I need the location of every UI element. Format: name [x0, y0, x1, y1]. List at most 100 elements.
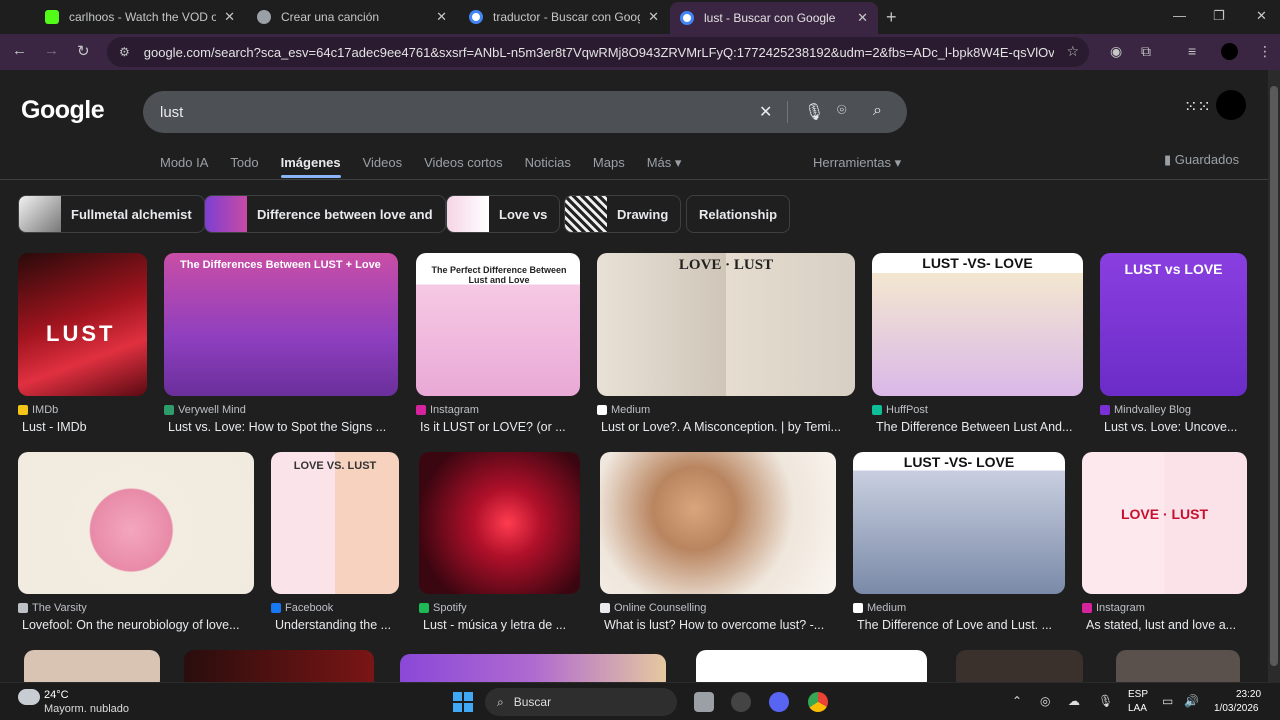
- related-chip-relationship[interactable]: Relationship: [686, 195, 791, 233]
- volume-icon[interactable]: 🔊: [1184, 694, 1199, 708]
- language-indicator[interactable]: ESP: [1128, 689, 1148, 700]
- close-tab-icon[interactable]: ✕: [436, 9, 447, 25]
- result-title[interactable]: Lust - música y letra de ...: [419, 618, 580, 632]
- result-title[interactable]: Lovefool: On the neurobiology of love...: [18, 618, 254, 632]
- browser-tab-kick[interactable]: carlhoos - Watch the VOD on K ✕: [35, 4, 245, 30]
- windows-start-icon[interactable]: [453, 692, 473, 712]
- result-title[interactable]: Is it LUST or LOVE? (or ...: [416, 420, 580, 434]
- clear-icon[interactable]: ✕: [759, 102, 772, 122]
- tab-todo[interactable]: Todo: [230, 155, 258, 171]
- wifi-icon[interactable]: ▭: [1162, 694, 1173, 708]
- weather-temp[interactable]: 24°C: [44, 689, 69, 701]
- result-thumbnail[interactable]: [956, 650, 1083, 682]
- image-result[interactable]: Spotify Lust - música y letra de ...: [419, 452, 580, 632]
- result-title[interactable]: Lust vs. Love: How to Spot the Signs ...: [164, 420, 398, 434]
- search-box[interactable]: lust ✕ 🎙 ⌾ ⌕: [143, 91, 907, 133]
- browser-tab-song[interactable]: Crear una canción ✕: [247, 4, 457, 30]
- close-tab-icon[interactable]: ✕: [857, 10, 868, 26]
- tab-mas[interactable]: Más ▾: [647, 155, 682, 171]
- result-thumbnail[interactable]: [600, 452, 836, 594]
- profile-avatar[interactable]: [1221, 43, 1238, 60]
- result-title[interactable]: The Difference Between Lust And...: [872, 420, 1083, 434]
- site-info-icon[interactable]: ⚙: [119, 45, 130, 59]
- result-thumbnail[interactable]: LOVE · LUST: [597, 253, 855, 396]
- result-title[interactable]: What is lust? How to overcome lust? -...: [600, 618, 836, 632]
- new-tab-button[interactable]: +: [886, 7, 897, 28]
- result-thumbnail[interactable]: LOVE · LUST: [1082, 452, 1247, 594]
- reload-icon[interactable]: ↻: [77, 42, 90, 60]
- tab-videos[interactable]: Videos: [363, 155, 403, 171]
- onedrive-icon[interactable]: ☁: [1068, 694, 1080, 708]
- saved-button[interactable]: ▮ Guardados: [1164, 152, 1239, 168]
- result-title[interactable]: Understanding the ...: [271, 618, 399, 632]
- result-title[interactable]: As stated, lust and love a...: [1082, 618, 1247, 632]
- result-title[interactable]: The Difference of Love and Lust. ...: [853, 618, 1065, 632]
- network-icon[interactable]: ◎: [1040, 694, 1050, 708]
- image-result[interactable]: [24, 650, 160, 682]
- weather-description[interactable]: Mayorm. nublado: [44, 703, 129, 715]
- result-title[interactable]: Lust or Love?. A Misconception. | by Tem…: [597, 420, 855, 434]
- microphone-icon[interactable]: 🎙: [804, 102, 824, 122]
- related-chip-fullmetal[interactable]: Fullmetal alchemist: [18, 195, 205, 233]
- result-thumbnail[interactable]: LUST: [18, 253, 147, 396]
- image-result[interactable]: LOVE · LUST Medium Lust or Love?. A Misc…: [597, 253, 855, 434]
- back-icon[interactable]: ←: [12, 42, 27, 59]
- image-result[interactable]: [1116, 650, 1240, 682]
- taskbar-search[interactable]: ⌕ Buscar: [485, 688, 677, 716]
- related-chip-drawing[interactable]: Drawing: [564, 195, 682, 233]
- result-thumbnail[interactable]: [24, 650, 160, 682]
- extensions-icon[interactable]: ⧉: [1141, 43, 1151, 60]
- result-thumbnail[interactable]: LUST -VS- LOVE: [872, 253, 1083, 396]
- result-thumbnail[interactable]: [1116, 650, 1240, 682]
- image-result[interactable]: LUST vs LOVE Mindvalley Blog Lust vs. Lo…: [1100, 253, 1247, 434]
- tab-noticias[interactable]: Noticias: [525, 155, 571, 171]
- forward-icon[interactable]: →: [44, 42, 59, 59]
- weather-cloud-icon[interactable]: [18, 689, 40, 705]
- google-apps-icon[interactable]: ⁙⁙: [1184, 97, 1211, 117]
- bookmark-star-icon[interactable]: ☆: [1066, 43, 1079, 60]
- browser-tab-translator[interactable]: traductor - Buscar con Google ✕: [459, 4, 669, 30]
- image-result[interactable]: The Varsity Lovefool: On the neurobiolog…: [18, 452, 254, 632]
- tab-videos-cortos[interactable]: Videos cortos: [424, 155, 503, 171]
- incognito-icon[interactable]: ◉: [1110, 43, 1122, 60]
- close-tab-icon[interactable]: ✕: [648, 9, 659, 25]
- browser-tab-lust[interactable]: lust - Buscar con Google ✕: [670, 2, 878, 34]
- discord-icon[interactable]: [769, 692, 789, 712]
- result-title[interactable]: Lust - IMDb: [18, 420, 147, 434]
- clock-time[interactable]: 23:20: [1236, 689, 1261, 700]
- minimize-icon[interactable]: —: [1173, 8, 1186, 23]
- close-tab-icon[interactable]: ✕: [224, 9, 235, 25]
- image-result[interactable]: LUST -VS- LOVE HuffPost The Difference B…: [872, 253, 1083, 434]
- app-icon[interactable]: [731, 692, 751, 712]
- microphone-icon[interactable]: 🎙: [1098, 694, 1113, 708]
- show-hidden-icons-icon[interactable]: ⌃: [1012, 694, 1022, 708]
- chrome-icon[interactable]: [808, 692, 828, 712]
- tab-modo-ia[interactable]: Modo IA: [160, 155, 208, 171]
- media-control-icon[interactable]: ≡: [1188, 43, 1196, 59]
- image-result[interactable]: Online Counselling What is lust? How to …: [600, 452, 836, 632]
- image-result[interactable]: The Differences Between LUST + Love Very…: [164, 253, 398, 434]
- image-result[interactable]: [184, 650, 374, 682]
- address-bar[interactable]: ⚙ google.com/search?sca_esv=64c17adec9ee…: [107, 37, 1089, 67]
- tools-button[interactable]: Herramientas ▾: [813, 155, 901, 171]
- menu-kebab-icon[interactable]: ⋮: [1258, 43, 1272, 60]
- google-logo[interactable]: Google: [21, 96, 105, 125]
- result-thumbnail[interactable]: LUST vs LOVE: [1100, 253, 1247, 396]
- result-thumbnail[interactable]: [18, 452, 254, 594]
- page-scrollbar[interactable]: [1268, 70, 1280, 682]
- result-thumbnail[interactable]: [419, 452, 580, 594]
- result-thumbnail[interactable]: [184, 650, 374, 682]
- result-thumbnail[interactable]: The Perfect Difference Between Lust and …: [416, 253, 580, 396]
- result-thumbnail[interactable]: [696, 650, 927, 682]
- tab-maps[interactable]: Maps: [593, 155, 625, 171]
- search-icon[interactable]: ⌕: [873, 102, 882, 120]
- close-window-icon[interactable]: ✕: [1256, 8, 1267, 24]
- result-title[interactable]: Lust vs. Love: Uncove...: [1100, 420, 1247, 434]
- image-result[interactable]: [400, 654, 666, 682]
- google-lens-icon[interactable]: ⌾: [837, 102, 847, 120]
- image-result[interactable]: [956, 650, 1083, 682]
- result-thumbnail[interactable]: LUST -VS- LOVE: [853, 452, 1065, 594]
- restore-icon[interactable]: ❐: [1213, 8, 1225, 24]
- result-thumbnail[interactable]: LOVE VS. LUST: [271, 452, 399, 594]
- image-result[interactable]: The Perfect Difference Between Lust and …: [416, 253, 580, 434]
